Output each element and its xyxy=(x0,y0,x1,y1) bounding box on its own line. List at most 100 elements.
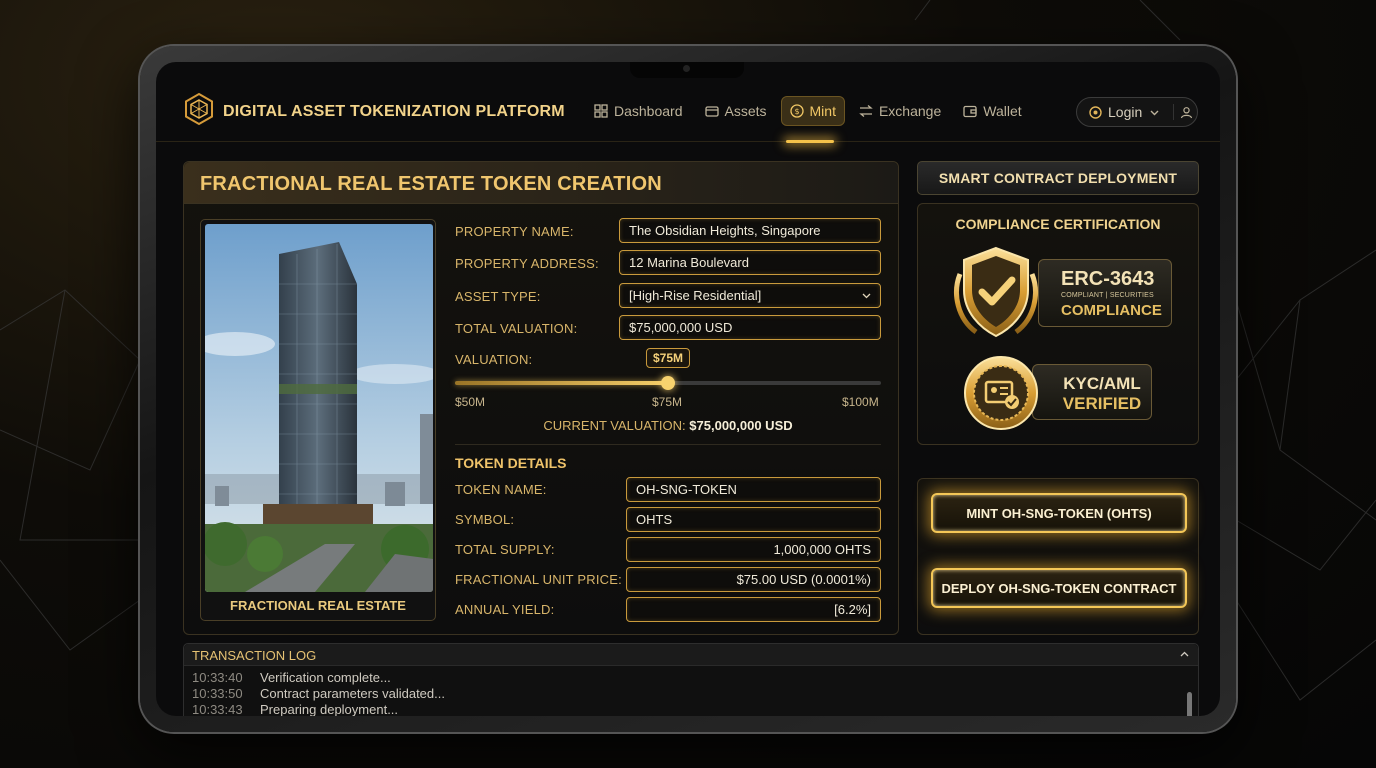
login-divider xyxy=(1173,104,1175,120)
transaction-log-header[interactable]: TRANSACTION LOG xyxy=(184,644,1198,666)
nav-wallet[interactable]: Wallet xyxy=(955,96,1029,126)
nav-assets[interactable]: Assets xyxy=(697,96,775,126)
current-valuation-label: CURRENT VALUATION: xyxy=(543,418,686,433)
token-creation-panel: FRACTIONAL REAL ESTATE TOKEN CREATION FR… xyxy=(183,161,899,635)
mint-token-button[interactable]: MINT OH-SNG-TOKEN (OHTS) xyxy=(931,493,1187,533)
annual-yield-value: [6.2%] xyxy=(834,602,871,617)
log-scrollbar[interactable] xyxy=(1187,692,1192,716)
token-name-label: TOKEN NAME: xyxy=(455,482,547,497)
asset-type-value: [High-Rise Residential] xyxy=(629,288,762,303)
login-button[interactable]: Login xyxy=(1076,97,1198,127)
property-photo xyxy=(205,224,433,592)
log-entry: 10:33:50 Contract parameters validated..… xyxy=(192,686,445,701)
slider-max-label: $100M xyxy=(842,395,879,409)
total-supply-field[interactable]: 1,000,000 OHTS xyxy=(626,537,881,562)
asset-type-label: ASSET TYPE: xyxy=(455,289,541,304)
log-message: Contract parameters validated... xyxy=(260,686,445,701)
coin-icon: $ xyxy=(789,104,804,118)
property-name-field[interactable]: The Obsidian Heights, Singapore xyxy=(619,218,881,243)
current-valuation: CURRENT VALUATION: $75,000,000 USD xyxy=(455,418,881,433)
transaction-log-title: TRANSACTION LOG xyxy=(192,648,317,663)
user-icon[interactable] xyxy=(1180,106,1193,119)
log-message: Verification complete... xyxy=(260,670,391,685)
slider-mid-label: $75M xyxy=(652,395,683,409)
property-address-label: PROPERTY ADDRESS: xyxy=(455,256,599,271)
screen: DIGITAL ASSET TOKENIZATION PLATFORM Dash… xyxy=(156,62,1220,716)
nav-wallet-label: Wallet xyxy=(983,103,1022,119)
nav-exchange-label: Exchange xyxy=(878,103,942,119)
nav-assets-label: Assets xyxy=(724,103,767,119)
nav-dashboard[interactable]: Dashboard xyxy=(586,96,691,126)
total-valuation-label: TOTAL VALUATION: xyxy=(455,321,578,336)
deploy-contract-button[interactable]: DEPLOY OH-SNG-TOKEN CONTRACT xyxy=(931,568,1187,608)
nav-mint[interactable]: $ Mint xyxy=(780,96,845,126)
slider-min-label: $50M xyxy=(455,395,486,409)
unit-price-value: $75.00 USD (0.0001%) xyxy=(736,572,871,587)
token-name-field[interactable]: OH-SNG-TOKEN xyxy=(626,477,881,502)
verified-id-seal-icon xyxy=(964,356,1038,430)
transaction-log-panel: TRANSACTION LOG 10:33:40 Verification co… xyxy=(183,643,1199,716)
section-divider xyxy=(455,444,881,445)
hexagon-logo-icon xyxy=(185,92,213,126)
asset-type-select[interactable]: [High-Rise Residential] xyxy=(619,283,881,308)
log-message: Preparing deployment... xyxy=(260,702,399,716)
property-address-value: 12 Marina Boulevard xyxy=(629,255,749,270)
erc-compliance-text: COMPLIANCE xyxy=(1061,302,1162,319)
property-photo-card: FRACTIONAL REAL ESTATE xyxy=(200,219,436,621)
symbol-label: SYMBOL: xyxy=(455,512,515,527)
login-label: Login xyxy=(1108,104,1143,120)
compliance-title: COMPLIANCE CERTIFICATION xyxy=(955,216,1161,232)
camera-icon xyxy=(683,65,690,72)
log-entry: 10:33:43 Preparing deployment... xyxy=(192,702,398,716)
chevron-down-icon xyxy=(1150,110,1159,115)
symbol-value: OHTS xyxy=(636,512,673,527)
kyc-text: KYC/AML xyxy=(1063,374,1141,393)
log-timestamp: 10:33:50 xyxy=(192,686,243,701)
chevron-down-icon xyxy=(862,293,871,299)
platform-title: DIGITAL ASSET TOKENIZATION PLATFORM xyxy=(223,103,565,120)
unit-price-field[interactable]: $75.00 USD (0.0001%) xyxy=(626,567,881,592)
annual-yield-field[interactable]: [6.2%] xyxy=(626,597,881,622)
top-header: DIGITAL ASSET TOKENIZATION PLATFORM Dash… xyxy=(156,78,1220,143)
unit-price-label: FRACTIONAL UNIT PRICE: xyxy=(455,572,622,587)
log-timestamp: 10:33:43 xyxy=(192,702,243,716)
gear-coin-icon xyxy=(1089,105,1102,119)
log-timestamp: 10:33:40 xyxy=(192,670,243,685)
compliance-panel: COMPLIANCE CERTIFICATION ERC-3643 COMPLI… xyxy=(917,203,1199,445)
main-nav: Dashboard Assets $ Mint Exchange Wallet xyxy=(586,96,1030,126)
current-valuation-value: $75,000,000 USD xyxy=(689,418,793,433)
nav-mint-label: Mint xyxy=(809,103,836,119)
tablet-device: DIGITAL ASSET TOKENIZATION PLATFORM Dash… xyxy=(140,46,1236,732)
annual-yield-label: ANNUAL YIELD: xyxy=(455,602,555,617)
panel-title: FRACTIONAL REAL ESTATE TOKEN CREATION xyxy=(200,173,662,195)
active-nav-indicator xyxy=(786,140,834,143)
slider-fill xyxy=(455,381,668,385)
nav-dashboard-label: Dashboard xyxy=(614,103,683,119)
property-name-label: PROPERTY NAME: xyxy=(455,224,574,239)
property-address-field[interactable]: 12 Marina Boulevard xyxy=(619,250,881,275)
swap-arrows-icon xyxy=(859,105,873,117)
total-supply-value: 1,000,000 OHTS xyxy=(773,542,871,557)
property-name-value: The Obsidian Heights, Singapore xyxy=(629,223,821,238)
camera-notch xyxy=(630,62,744,78)
verified-text: VERIFIED xyxy=(1062,394,1142,413)
slider-value-bubble: $75M xyxy=(645,348,691,368)
symbol-field[interactable]: OHTS xyxy=(626,507,881,532)
deployment-actions-panel: MINT OH-SNG-TOKEN (OHTS) DEPLOY OH-SNG-T… xyxy=(917,478,1199,635)
chevron-up-icon[interactable] xyxy=(1179,649,1190,660)
total-valuation-value: $75,000,000 USD xyxy=(629,320,733,335)
token-name-value: OH-SNG-TOKEN xyxy=(636,482,737,497)
shield-check-icon xyxy=(954,246,1038,338)
total-supply-label: TOTAL SUPPLY: xyxy=(455,542,555,557)
svg-text:$: $ xyxy=(794,107,799,116)
wallet-card-icon xyxy=(704,106,719,117)
nav-exchange[interactable]: Exchange xyxy=(851,96,949,126)
slider-thumb[interactable] xyxy=(661,376,675,390)
erc-subtext: COMPLIANT | SECURITIES xyxy=(1061,292,1154,299)
valuation-slider[interactable] xyxy=(455,376,881,390)
token-details-title: TOKEN DETAILS xyxy=(455,455,567,471)
panel-title-bar: FRACTIONAL REAL ESTATE TOKEN CREATION xyxy=(184,162,898,204)
total-valuation-field[interactable]: $75,000,000 USD xyxy=(619,315,881,340)
wallet-icon xyxy=(963,105,977,118)
log-entry: 10:33:40 Verification complete... xyxy=(192,670,391,685)
